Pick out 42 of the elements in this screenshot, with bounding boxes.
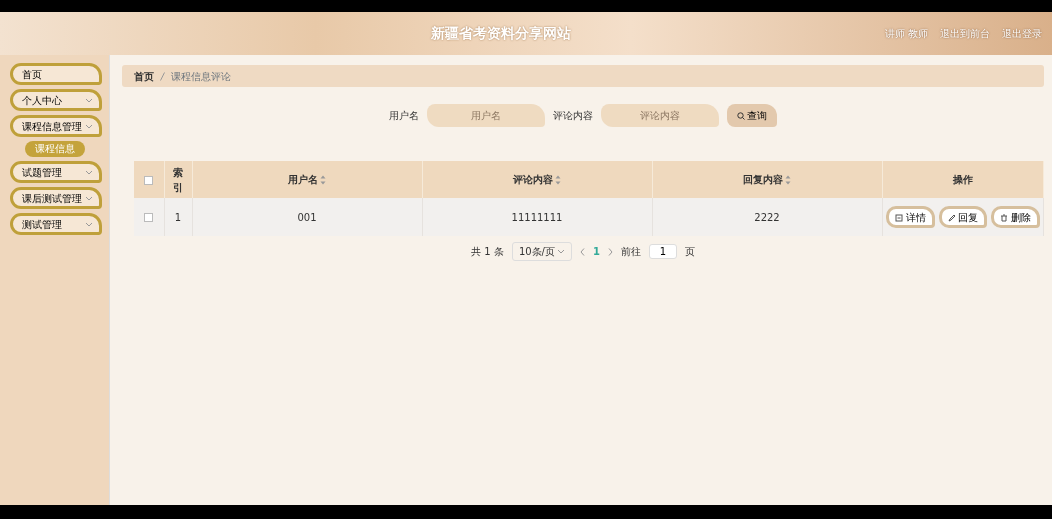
sidebar-item[interactable]: 个人中心 xyxy=(10,89,102,111)
table-cell: 001 xyxy=(297,211,317,223)
column-header: 索引 xyxy=(173,165,183,195)
goto-suffix: 页 xyxy=(684,245,695,259)
pencil-icon xyxy=(947,213,956,222)
search-field[interactable]: 评论内容 xyxy=(600,104,719,127)
site-title: 新疆省考资料分享网站 xyxy=(430,24,573,43)
document-icon xyxy=(895,213,903,222)
sidebar-item[interactable]: 测试管理 xyxy=(10,213,102,235)
action-button[interactable]: 回复 xyxy=(938,206,987,228)
checkbox[interactable] xyxy=(144,213,154,222)
action-button[interactable]: 删除 xyxy=(991,206,1040,228)
trash-icon xyxy=(1000,213,1008,222)
table-cell: 2222 xyxy=(754,211,780,223)
goto-label: 前往 xyxy=(620,245,641,259)
field-label: 评论内容 xyxy=(552,109,593,123)
column-header[interactable]: 回复内容 xyxy=(742,174,783,185)
column-header[interactable]: 评论内容 xyxy=(512,174,553,185)
chevron-left-icon xyxy=(579,248,585,256)
search-button[interactable]: 查询 xyxy=(726,104,778,127)
breadcrumb-current: 课程信息评论 xyxy=(171,69,231,84)
total-count: 共 1 条 xyxy=(471,245,504,259)
sidebar-item[interactable]: 首页 xyxy=(10,63,102,85)
page-size-select[interactable]: 10条/页 xyxy=(511,242,572,261)
sidebar-item[interactable]: 试题管理 xyxy=(10,161,102,183)
action-button[interactable]: 详情 xyxy=(886,206,935,228)
table-cell: 11111111 xyxy=(511,211,563,223)
caret-icon xyxy=(556,249,565,254)
table-cell: 1 xyxy=(174,211,182,223)
search-field[interactable]: 用户名 xyxy=(426,104,545,127)
checkbox[interactable] xyxy=(144,175,154,185)
search-icon xyxy=(736,112,745,120)
breadcrumb-link[interactable]: 首页 xyxy=(134,68,154,84)
column-header: 操作 xyxy=(952,174,973,185)
sidebar-item[interactable]: 课后测试管理 xyxy=(10,187,102,209)
page-input[interactable]: 1 xyxy=(648,244,677,259)
chevron-right-icon xyxy=(607,248,613,256)
user-label: 讲师 教师 xyxy=(884,27,928,41)
field-label: 用户名 xyxy=(388,109,419,123)
column-header[interactable]: 用户名 xyxy=(287,174,318,185)
breadcrumb-separator xyxy=(160,71,165,81)
sidebar-item[interactable]: 课程信息管理 xyxy=(10,115,102,137)
